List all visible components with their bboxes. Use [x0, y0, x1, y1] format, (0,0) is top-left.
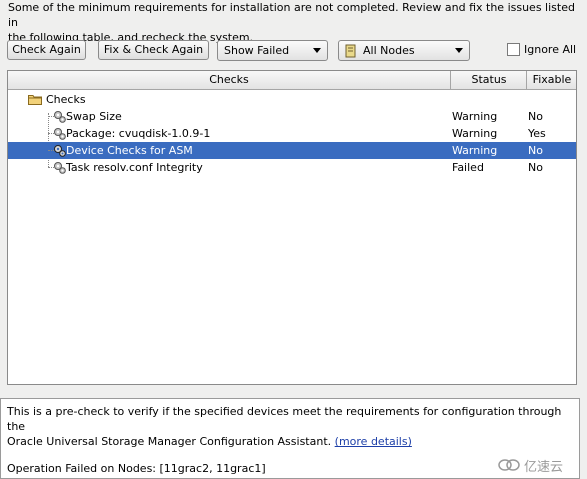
check-name: Task resolv.conf Integrity [66, 161, 203, 174]
table-row[interactable]: Task resolv.conf Integrity Failed No [8, 159, 576, 176]
table-header: Checks Status Fixable [8, 71, 576, 90]
check-fixable: No [528, 144, 543, 157]
gear-icon [54, 128, 66, 140]
description-text: Oracle Universal Storage Manager Configu… [7, 435, 332, 448]
table-row[interactable]: Package: cvuqdisk-1.0.9-1 Warning Yes [8, 125, 576, 142]
description-line-1: This is a pre-check to verify if the spe… [7, 405, 562, 433]
folder-icon [28, 95, 42, 105]
fixable-column-header[interactable]: Fixable [526, 71, 577, 89]
node-icon [345, 44, 356, 58]
show-filter-dropdown[interactable]: Show Failed [217, 40, 328, 61]
tree-root-row[interactable]: Checks [8, 91, 576, 108]
checks-table: Checks Status Fixable Checks Swap Size W… [7, 70, 577, 385]
check-name: Device Checks for ASM [66, 144, 193, 157]
gear-icon [54, 162, 66, 174]
fix-and-check-again-button[interactable]: Fix & Check Again [98, 40, 209, 60]
check-description-panel: This is a pre-check to verify if the spe… [0, 398, 580, 479]
check-fixable: Yes [528, 127, 546, 140]
nodes-filter-value: All Nodes [363, 44, 415, 57]
check-again-button[interactable]: Check Again [7, 40, 86, 60]
gear-icon [54, 111, 66, 123]
watermark-text: 亿速云 [524, 460, 564, 475]
check-fixable: No [528, 161, 543, 174]
show-filter-value: Show Failed [224, 44, 290, 57]
checks-column-header[interactable]: Checks [8, 71, 450, 89]
check-name: Package: cvuqdisk-1.0.9-1 [66, 127, 211, 140]
status-column-header[interactable]: Status [450, 71, 527, 89]
check-status: Warning [452, 144, 498, 157]
fix-and-check-again-label: Fix & Check Again [103, 43, 204, 56]
check-status: Failed [452, 161, 484, 174]
chevron-down-icon [455, 48, 463, 53]
check-again-label: Check Again [12, 43, 81, 56]
table-row-selected[interactable]: Device Checks for ASM Warning No [8, 142, 576, 159]
table-row[interactable]: Swap Size Warning No [8, 108, 576, 125]
ignore-all-label: Ignore All [524, 43, 577, 56]
nodes-filter-dropdown[interactable]: All Nodes [338, 40, 470, 61]
watermark: 亿速云 [498, 456, 563, 475]
instructions-line-1: Some of the minimum requirements for ins… [8, 1, 575, 29]
check-fixable: No [528, 110, 543, 123]
more-details-link[interactable]: (more details) [335, 435, 412, 448]
check-status: Warning [452, 127, 498, 140]
check-status: Warning [452, 110, 498, 123]
failed-nodes-text: Operation Failed on Nodes: [11grac2, 11g… [7, 462, 266, 475]
description-line-2: Oracle Universal Storage Manager Configu… [7, 434, 573, 449]
tree-root-label: Checks [46, 93, 86, 106]
instructions-text: Some of the minimum requirements for ins… [8, 0, 580, 45]
chevron-down-icon [313, 48, 321, 53]
check-name: Swap Size [66, 110, 122, 123]
ignore-all-checkbox[interactable] [507, 43, 520, 56]
gear-icon [54, 145, 66, 157]
watermark-logo-icon [498, 459, 520, 471]
